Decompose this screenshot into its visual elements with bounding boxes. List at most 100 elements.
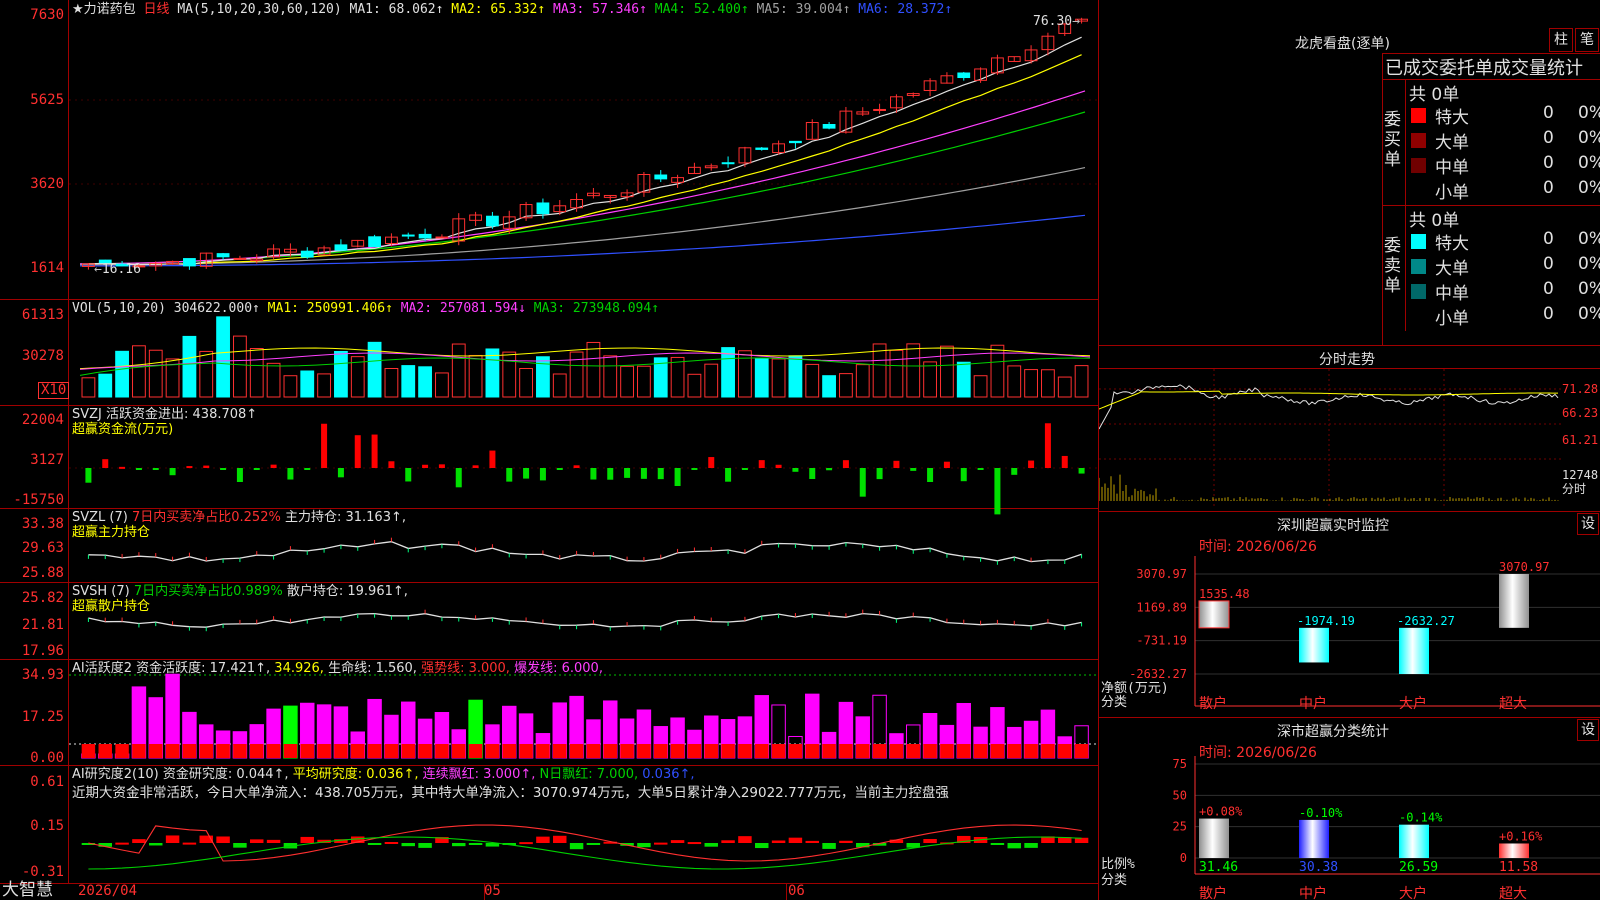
order-type-label: 大单	[1435, 133, 1469, 153]
volume-bar	[132, 345, 146, 398]
research-bar	[687, 842, 702, 845]
volume-bar	[98, 373, 113, 398]
research-bar	[990, 843, 1005, 845]
order-color-swatch	[1411, 183, 1426, 198]
order-pct: 0%	[1578, 279, 1600, 299]
buy-side-divider	[1405, 80, 1406, 205]
volume-bar	[906, 343, 921, 398]
activity-base-bar	[603, 744, 617, 758]
fund-flow-bar	[539, 468, 546, 481]
class-title: 深市超赢分类统计	[1277, 724, 1389, 740]
monitor-category-label: 超大	[1499, 696, 1527, 712]
fund-flow-bar	[607, 468, 614, 480]
activity-base-bar	[351, 744, 365, 758]
buy-total: 共 0单	[1409, 85, 1460, 105]
order-type-label: 中单	[1435, 158, 1469, 178]
activity-base-bar	[1074, 744, 1089, 758]
research-bar	[115, 842, 129, 845]
retail-line	[88, 612, 1082, 628]
research-bar	[586, 843, 601, 845]
volume-bar	[199, 350, 214, 398]
fund-flow-bar	[758, 460, 765, 468]
volume-bar	[502, 351, 517, 398]
candle-body	[300, 250, 314, 258]
monitor-settings-button[interactable]: 设	[1577, 513, 1599, 535]
monitor-category-label: 中户	[1299, 695, 1327, 712]
volume-bar	[687, 373, 702, 398]
class-change-label: +0.16%	[1499, 829, 1543, 843]
candle-body	[822, 123, 836, 129]
volume-bar	[266, 362, 281, 398]
activity-base-bar	[250, 744, 264, 758]
intraday-axis-label: 分时	[1562, 482, 1586, 496]
high-price-mark: 76.30→	[1033, 14, 1080, 29]
high-price-value: 76.30	[1033, 14, 1073, 29]
volume-bar	[670, 356, 685, 398]
monitor-axis-label: 3070.97	[1136, 567, 1187, 581]
fund-flow-bar	[624, 468, 631, 478]
activity-base-bar	[435, 744, 449, 758]
research-bar	[771, 840, 786, 843]
order-stats-tabs[interactable]: 已成交委托单成交量统计	[1385, 54, 1583, 80]
sell-total: 共 0单	[1409, 211, 1460, 231]
class-axis-label: 75	[1173, 757, 1187, 771]
order-color-swatch	[1411, 108, 1426, 123]
class-axis-label: 0	[1180, 851, 1187, 865]
fund-flow-bar	[590, 468, 597, 480]
class-value-label: 31.46	[1199, 860, 1238, 875]
activity-base-bar	[1058, 744, 1072, 758]
research-bar	[1007, 843, 1021, 849]
candle-body	[755, 147, 769, 150]
candle-body	[435, 236, 449, 239]
candle-body	[789, 140, 802, 144]
intraday-axis-label: 12748	[1562, 468, 1598, 482]
volume-bar	[956, 361, 971, 398]
zhu-button[interactable]: 柱	[1549, 28, 1573, 52]
main-chart-area[interactable]: 7630 5625 3620 1614 61313 30278 X10 2200…	[0, 0, 1098, 900]
monitor-frame-top	[1099, 511, 1600, 512]
monitor-xlabel: 分类	[1101, 695, 1127, 710]
intraday-chart[interactable]: 71.28 66.23 61.21 12748分时	[1099, 369, 1600, 509]
fund-flow-bar	[236, 468, 243, 482]
fund-flow-bar	[371, 434, 378, 468]
fund-flow-bar	[893, 460, 900, 468]
lhb-title: 龙虎看盘(逐单)	[1295, 36, 1390, 52]
low-price-mark: ←16.16	[94, 262, 141, 277]
order-pct: 0%	[1578, 178, 1600, 198]
activity-base-bar	[755, 744, 769, 758]
fund-flow-bar	[1044, 423, 1051, 468]
class-settings-button[interactable]: 设	[1577, 719, 1599, 741]
class-change-label: +0.08%	[1199, 805, 1243, 819]
volume-bar	[839, 373, 853, 398]
bi-button[interactable]: 笔	[1575, 28, 1599, 52]
monitor-bar-chart[interactable]: 3070.971169.89-731.19-2632.27净额(万元)分类153…	[1099, 556, 1600, 716]
research-bar	[182, 842, 197, 845]
class-bar-chart[interactable]: 75 50 25 0 比例%分类 +0.08% 31.46 散户 -0.10% 30.38 中户 -0…	[1099, 756, 1600, 900]
activity-base-bar	[216, 744, 230, 758]
monitor-bar	[1299, 627, 1329, 663]
fund-flow-bar	[253, 468, 260, 470]
class-bar	[1199, 818, 1229, 858]
class-xlabel: 分类	[1101, 873, 1127, 888]
volume-bar	[81, 377, 96, 398]
activity-base-bar	[519, 744, 533, 758]
research-bar	[250, 839, 264, 843]
research-bar	[654, 842, 668, 845]
activity-base-bar	[957, 744, 971, 758]
fund-flow-bar	[135, 468, 142, 470]
main-chart-svg[interactable]	[0, 0, 1098, 900]
activity-base-bar	[418, 744, 432, 758]
order-type-label: 小单	[1435, 183, 1469, 203]
class-value-label: 11.58	[1499, 860, 1538, 875]
order-type-label: 大单	[1435, 259, 1469, 279]
fund-flow-bar	[1061, 455, 1068, 468]
right-panel: 龙虎看盘(逐单) 柱 笔 已成交委托单成交量统计 委买单 共 0单 委卖单 共 …	[1099, 0, 1600, 900]
fund-flow-bar	[1028, 460, 1035, 468]
fund-flow-bar	[1078, 468, 1085, 474]
fund-flow-bar	[809, 468, 816, 480]
activity-base-bar	[856, 744, 870, 758]
fund-flow-bar	[220, 468, 227, 470]
fund-flow-bar	[708, 457, 715, 468]
monitor-bar	[1198, 600, 1230, 629]
order-type-label: 特大	[1435, 234, 1469, 254]
